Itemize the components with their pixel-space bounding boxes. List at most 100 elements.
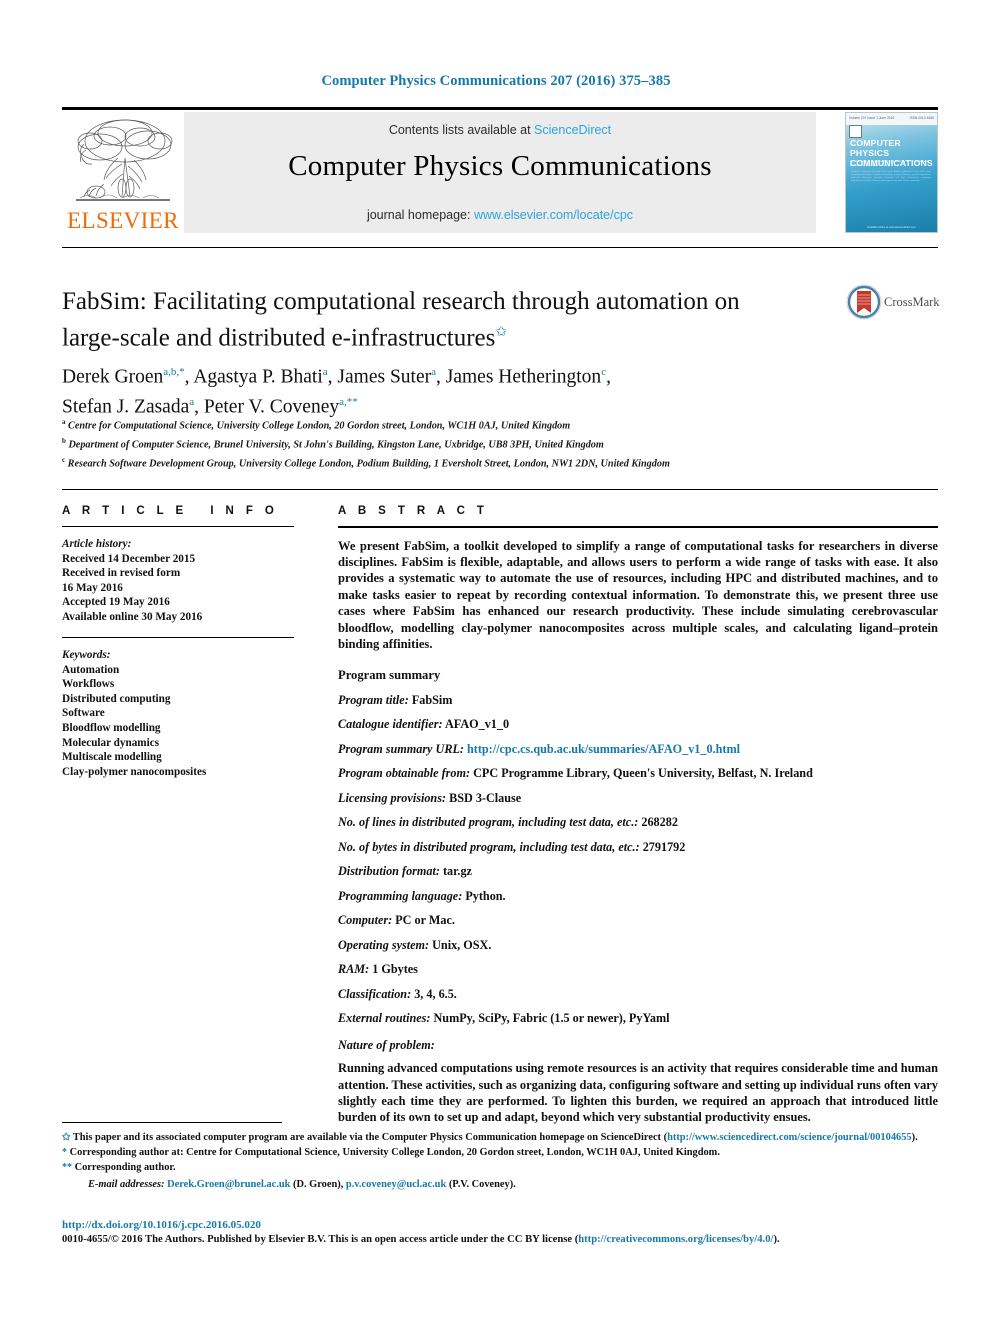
program-summary-url-link[interactable]: http://cpc.cs.qub.ac.uk/summaries/AFAO_v… bbox=[467, 742, 740, 756]
entry-label: Computer: bbox=[338, 913, 393, 928]
affiliation-c-text: Research Software Development Group, Uni… bbox=[67, 458, 670, 470]
article-title-text: FabSim: Facilitating computational resea… bbox=[62, 288, 740, 352]
entry-label: Classification: bbox=[338, 986, 412, 1001]
program-entry-catalogue: Catalogue identifier: AFAO_v1_0 bbox=[338, 717, 938, 732]
entry-label: Program summary URL: bbox=[338, 741, 464, 756]
keyword-item: Multiscale modelling bbox=[62, 751, 162, 764]
nature-of-problem-text: Running advanced computations using remo… bbox=[338, 1061, 938, 1125]
program-entry-url: Program summary URL: http://cpc.cs.qub.a… bbox=[338, 742, 938, 757]
email-link-groen[interactable]: Derek.Groen@brunel.ac.uk bbox=[167, 1179, 290, 1190]
copyright-line: 0010-4655/© 2016 The Authors. Published … bbox=[62, 1234, 938, 1245]
emails-label: E-mail addresses: bbox=[88, 1178, 165, 1190]
abstract-rule bbox=[338, 526, 938, 528]
entry-label: No. of lines in distributed program, inc… bbox=[338, 815, 639, 830]
cover-volume-line: Volume 207 Issue 1 June 2016 bbox=[849, 116, 895, 120]
keywords-label: Keywords: bbox=[62, 648, 111, 661]
corr2-text: Corresponding author. bbox=[74, 1162, 176, 1174]
cover-footer: Available online at www.sciencedirect.co… bbox=[867, 226, 916, 229]
program-entry-obtainable: Program obtainable from: CPC Programme L… bbox=[338, 766, 938, 781]
article-info-rule bbox=[62, 526, 294, 527]
entry-label: Program title: bbox=[338, 692, 409, 707]
email-link-coveney[interactable]: p.v.coveney@ucl.ac.uk bbox=[346, 1179, 446, 1190]
history-accepted: Accepted 19 May 2016 bbox=[62, 596, 170, 609]
title-separator-rule bbox=[62, 247, 938, 248]
footnote-star-text: This paper and its associated computer p… bbox=[72, 1132, 668, 1143]
entry-value: CPC Programme Library, Queen's Universit… bbox=[473, 766, 813, 781]
entry-value: BSD 3-Clause bbox=[449, 790, 522, 805]
cover-issn-line: ISSN 0010-4655 bbox=[909, 116, 934, 120]
title-footnote-marker: ✩ bbox=[495, 325, 508, 340]
contents-available-line: Contents lists available at ScienceDirec… bbox=[184, 123, 816, 137]
entry-value: 2791792 bbox=[642, 839, 686, 854]
keyword-item: Software bbox=[62, 707, 105, 720]
program-entry-bytes: No. of bytes in distributed program, inc… bbox=[338, 840, 938, 855]
article-history-label: Article history: bbox=[62, 538, 132, 550]
footnote-emails: E-mail addresses: Derek.Groen@brunel.ac.… bbox=[62, 1178, 938, 1192]
entry-label: RAM: bbox=[338, 962, 370, 977]
sciencedirect-journal-link[interactable]: http://www.sciencedirect.com/science/jou… bbox=[667, 1132, 912, 1143]
affiliation-list: a Centre for Computational Science, Univ… bbox=[62, 415, 882, 472]
footnote-star-marker: ✩ bbox=[62, 1132, 71, 1143]
entry-value: 268282 bbox=[641, 815, 678, 830]
crossmark-badge[interactable]: CrossMark bbox=[846, 284, 940, 324]
info-abstract-top-rule bbox=[62, 489, 938, 490]
affiliation-b-text: Department of Computer Science, Brunel U… bbox=[68, 439, 604, 451]
doi-link[interactable]: http://dx.doi.org/10.1016/j.cpc.2016.05.… bbox=[62, 1219, 261, 1231]
keyword-item: Molecular dynamics bbox=[62, 736, 160, 749]
running-head: Computer Physics Communications 207 (201… bbox=[321, 73, 671, 89]
history-received: Received 14 December 2015 bbox=[62, 552, 196, 565]
corr1-text: Corresponding author at: Centre for Comp… bbox=[69, 1147, 720, 1159]
entry-label: Distribution format: bbox=[338, 864, 440, 879]
program-entry-format: Distribution format: tar.gz bbox=[338, 864, 938, 879]
entry-value: NumPy, SciPy, Fabric (1.5 or newer), PyY… bbox=[433, 1011, 670, 1026]
corr1-marker: * bbox=[62, 1147, 67, 1159]
copyright-suffix: ). bbox=[773, 1234, 780, 1245]
journal-name: Computer Physics Communications bbox=[288, 150, 712, 182]
keyword-item: Workflows bbox=[62, 678, 115, 691]
program-entry-routines: External routines: NumPy, SciPy, Fabric … bbox=[338, 1011, 938, 1026]
homepage-prefix: journal homepage: bbox=[366, 208, 474, 222]
entry-label: Licensing provisions: bbox=[338, 790, 447, 805]
keyword-item: Distributed computing bbox=[62, 692, 171, 705]
article-history: Article history: Received 14 December 20… bbox=[62, 537, 294, 625]
contents-prefix: Contents lists available at bbox=[388, 123, 535, 137]
program-entry-lines: No. of lines in distributed program, inc… bbox=[338, 815, 938, 830]
journal-cover-thumbnail: Volume 207 Issue 1 June 2016 ISSN 0010-4… bbox=[845, 112, 938, 233]
program-entry-language: Programming language: Python. bbox=[338, 889, 938, 904]
keyword-item: Bloodflow modelling bbox=[62, 721, 161, 734]
elsevier-wordmark: ELSEVIER bbox=[67, 208, 179, 233]
program-entry-licensing: Licensing provisions: BSD 3-Clause bbox=[338, 791, 938, 806]
footnote-corresponding-2: ** Corresponding author. bbox=[62, 1161, 938, 1175]
footnote-rule bbox=[62, 1122, 282, 1123]
cover-title-line1: COMPUTER PHYSICS bbox=[850, 138, 901, 158]
keyword-item: Clay-polymer nanocomposites bbox=[62, 765, 207, 778]
affiliation-a: a Centre for Computational Science, Univ… bbox=[62, 418, 571, 432]
program-summary-heading: Program summary bbox=[338, 668, 441, 683]
elsevier-logo: ELSEVIER bbox=[62, 112, 184, 233]
cover-body-text: Contents continued on inside back cover.… bbox=[851, 171, 931, 183]
cc-license-link[interactable]: http://creativecommons.org/licenses/by/4… bbox=[578, 1234, 773, 1245]
history-online: Available online 30 May 2016 bbox=[62, 610, 203, 623]
entry-value: FabSim bbox=[411, 692, 453, 707]
corr2-marker: ** bbox=[62, 1162, 72, 1174]
history-revised-date: 16 May 2016 bbox=[62, 581, 123, 594]
nature-of-problem-label: Nature of problem: bbox=[338, 1038, 435, 1053]
crossmark-label: CrossMark bbox=[884, 295, 940, 309]
entry-label: Programming language: bbox=[338, 888, 463, 903]
footnote-star-note: ✩ This paper and its associated computer… bbox=[62, 1131, 938, 1145]
copyright-prefix: 0010-4655/© 2016 The Authors. Published … bbox=[62, 1234, 579, 1245]
sciencedirect-link[interactable]: ScienceDirect bbox=[534, 123, 611, 137]
entry-label: Catalogue identifier: bbox=[338, 717, 443, 732]
affiliation-a-text: Centre for Computational Science, Univer… bbox=[68, 420, 571, 432]
program-entry-title: Program title: FabSim bbox=[338, 693, 938, 708]
entry-value: 3, 4, 6.5. bbox=[414, 986, 457, 1001]
homepage-link[interactable]: www.elsevier.com/locate/cpc bbox=[474, 208, 633, 222]
abstract-text: We present FabSim, a toolkit developed t… bbox=[338, 538, 938, 652]
entry-label: Operating system: bbox=[338, 937, 430, 952]
article-info-heading: A R T I C L E I N F O bbox=[62, 505, 279, 517]
entry-value: Python. bbox=[465, 888, 506, 903]
masthead-top-rule bbox=[62, 107, 938, 110]
program-entry-classification: Classification: 3, 4, 6.5. bbox=[338, 987, 938, 1002]
entry-value: PC or Mac. bbox=[395, 913, 455, 928]
keywords-block: Keywords: Automation Workflows Distribut… bbox=[62, 648, 294, 779]
